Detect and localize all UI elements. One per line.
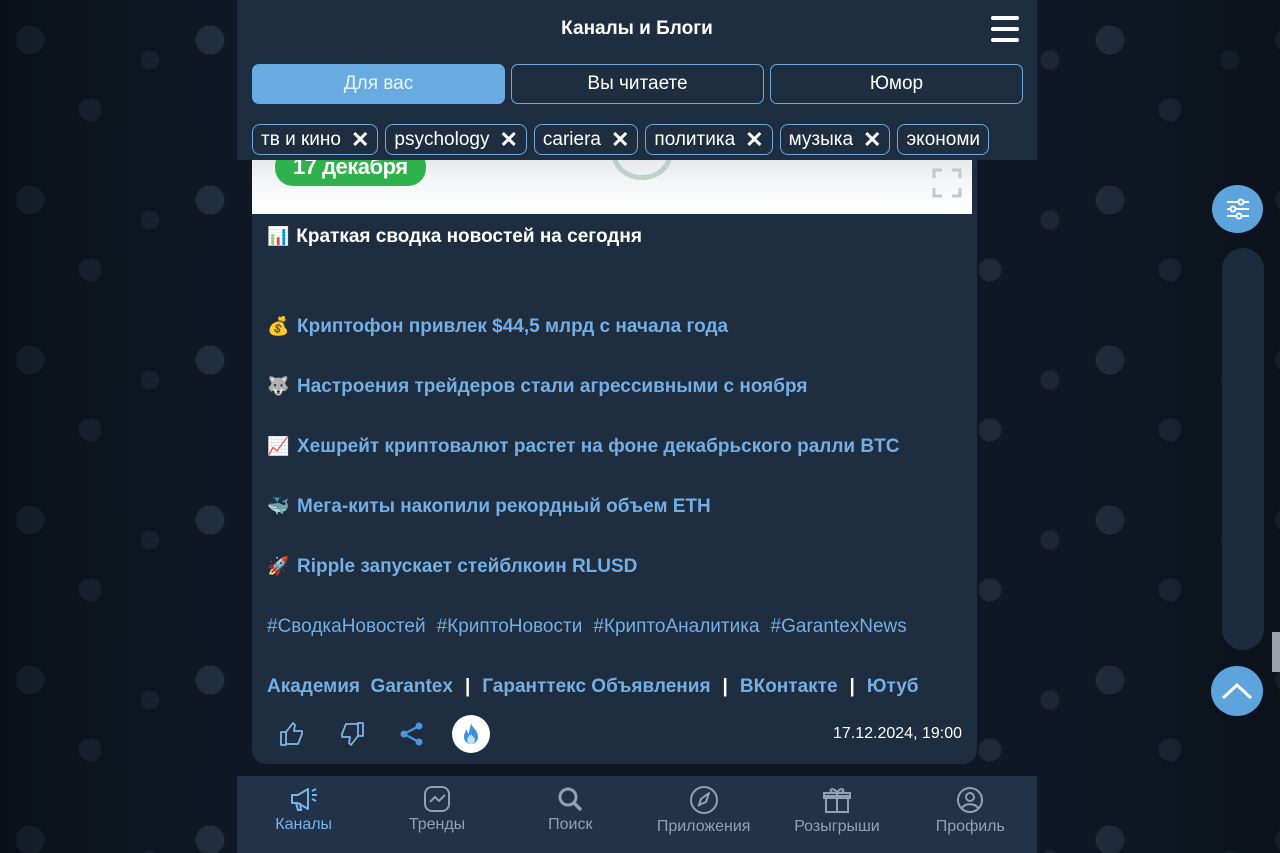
post-date: 17.12.2024, 19:00 bbox=[832, 725, 962, 742]
tab-following[interactable]: Вы читаете bbox=[511, 64, 764, 104]
nav-label: Розыгрыши bbox=[794, 818, 880, 835]
nav-label: Тренды bbox=[408, 816, 466, 833]
tab-humor[interactable]: Юмор bbox=[770, 64, 1023, 104]
share-icon bbox=[400, 722, 423, 746]
news-link[interactable]: Хешрейт криптовалют растет на фоне декаб… bbox=[297, 436, 899, 458]
close-icon[interactable]: ✕ bbox=[499, 128, 517, 151]
news-item[interactable]: 📈 Хешрейт криптовалют растет на фоне дек… bbox=[267, 436, 967, 496]
bottom-nav: Каналы Тренды Поиск Приложения Розыгрыши… bbox=[237, 776, 1037, 853]
news-item[interactable]: 💰 Криптофон привлек $44,5 млрд с начала … bbox=[267, 316, 967, 376]
nav-giveaways[interactable]: Розыгрыши bbox=[770, 776, 903, 853]
filter-button[interactable] bbox=[1212, 185, 1263, 233]
nav-label: Профиль bbox=[935, 818, 1005, 835]
chevron-up-icon bbox=[1221, 682, 1253, 700]
page-scrollbar[interactable] bbox=[1272, 632, 1280, 672]
close-icon[interactable]: ✕ bbox=[351, 128, 369, 151]
nav-label: Каналы bbox=[275, 816, 333, 833]
chart-up-icon: 📈 bbox=[267, 436, 290, 456]
fire-reaction-button[interactable] bbox=[452, 715, 490, 753]
rocket-icon bbox=[689, 786, 718, 814]
news-item[interactable]: 🐺 Настроения трейдеров стали агрессивным… bbox=[267, 376, 967, 436]
thumbs-up-icon bbox=[280, 722, 303, 746]
page-title: Каналы и Блоги bbox=[561, 18, 713, 39]
like-button[interactable] bbox=[272, 714, 312, 754]
money-bag-icon: 💰 bbox=[267, 316, 290, 336]
chip-label: политика bbox=[654, 128, 736, 150]
chip-cariera[interactable]: cariera ✕ bbox=[533, 124, 639, 155]
search-icon bbox=[558, 787, 583, 811]
nav-channels[interactable]: Каналы bbox=[237, 776, 370, 853]
fullscreen-icon[interactable] bbox=[932, 168, 962, 198]
whale-icon: 🐳 bbox=[267, 496, 290, 516]
hamburger-menu-icon[interactable] bbox=[991, 16, 1019, 42]
close-icon[interactable]: ✕ bbox=[745, 128, 763, 151]
topic-chips: тв и кино ✕ psychology ✕ cariera ✕ полит… bbox=[252, 124, 1037, 156]
nav-profile[interactable]: Профиль bbox=[904, 776, 1037, 853]
sliders-icon bbox=[1226, 198, 1249, 220]
dislike-button[interactable] bbox=[332, 714, 372, 754]
chip-tv-and-cinema[interactable]: тв и кино ✕ bbox=[252, 124, 379, 155]
chip-music[interactable]: музыка ✕ bbox=[779, 124, 891, 155]
chart-emoji-icon: 📊 bbox=[267, 226, 290, 246]
megaphone-icon bbox=[290, 788, 317, 811]
rocket-emoji-icon: 🚀 bbox=[267, 556, 290, 576]
post-card: 17 декабря 📊 Краткая сводка новостей на … bbox=[252, 140, 977, 764]
wolf-icon: 🐺 bbox=[267, 376, 290, 396]
chip-label: psychology bbox=[394, 128, 490, 150]
post-title: 📊 Краткая сводка новостей на сегодня bbox=[267, 226, 967, 256]
app-column: Каналы и Блоги Для вас Вы читаете Юмор т… bbox=[237, 0, 1037, 853]
news-list: 💰 Криптофон привлек $44,5 млрд с начала … bbox=[267, 316, 967, 616]
hashtag-link[interactable]: #КриптоАналитика bbox=[593, 616, 759, 676]
post-actions: 17.12.2024, 19:00 bbox=[272, 714, 962, 754]
tab-for-you[interactable]: Для вас bbox=[252, 64, 505, 104]
news-link[interactable]: Настроения трейдеров стали агрессивными … bbox=[297, 376, 807, 398]
hashtag-list: #СводкаНовостей #КриптоНовости #КриптоАн… bbox=[267, 616, 967, 676]
chip-label: тв и кино bbox=[261, 128, 341, 150]
news-link[interactable]: Ripple запускает стейблкоин RLUSD bbox=[297, 556, 637, 578]
news-item[interactable]: 🐳 Мега-киты накопили рекордный объем ETH bbox=[267, 496, 967, 556]
nav-label: Приложения bbox=[656, 818, 751, 835]
gift-icon bbox=[822, 788, 851, 813]
thumbs-down-icon bbox=[341, 722, 364, 746]
news-item[interactable]: 🚀 Ripple запускает стейблкоин RLUSD bbox=[267, 556, 967, 616]
chip-label: экономи bbox=[906, 128, 981, 150]
chip-economy[interactable]: экономи bbox=[897, 124, 990, 155]
header: Каналы и Блоги Для вас Вы читаете Юмор т… bbox=[237, 0, 1037, 160]
news-link[interactable]: Криптофон привлек $44,5 млрд с начала го… bbox=[297, 316, 728, 338]
chip-label: музыка bbox=[788, 128, 854, 150]
hashtag-link[interactable]: #GarantexNews bbox=[771, 616, 907, 676]
profile-icon bbox=[957, 787, 984, 813]
post-content: 📊 Краткая сводка новостей на сегодня 💰 К… bbox=[267, 226, 967, 736]
close-icon[interactable]: ✕ bbox=[863, 128, 881, 151]
hashtag-link[interactable]: #КриптоНовости bbox=[437, 616, 583, 676]
flame-icon bbox=[464, 723, 478, 744]
chip-label: cariera bbox=[542, 128, 601, 150]
nav-label: Поиск bbox=[548, 816, 593, 833]
chip-psychology[interactable]: psychology ✕ bbox=[385, 124, 527, 155]
side-rail bbox=[1222, 248, 1264, 650]
tab-bar: Для вас Вы читаете Юмор bbox=[252, 64, 1023, 104]
hashtag-link[interactable]: #СводкаНовостей bbox=[267, 616, 426, 676]
trends-icon bbox=[423, 786, 450, 812]
news-link[interactable]: Мега-киты накопили рекордный объем ETH bbox=[297, 496, 711, 518]
share-button[interactable] bbox=[392, 714, 432, 754]
close-icon[interactable]: ✕ bbox=[611, 128, 629, 151]
nav-trends[interactable]: Тренды bbox=[370, 776, 503, 853]
nav-apps[interactable]: Приложения bbox=[637, 776, 770, 853]
scroll-to-top-button[interactable] bbox=[1211, 666, 1263, 716]
chip-politics[interactable]: политика ✕ bbox=[645, 124, 773, 155]
post-title-text: Краткая сводка новостей на сегодня bbox=[296, 226, 642, 247]
nav-search[interactable]: Поиск bbox=[504, 776, 637, 853]
